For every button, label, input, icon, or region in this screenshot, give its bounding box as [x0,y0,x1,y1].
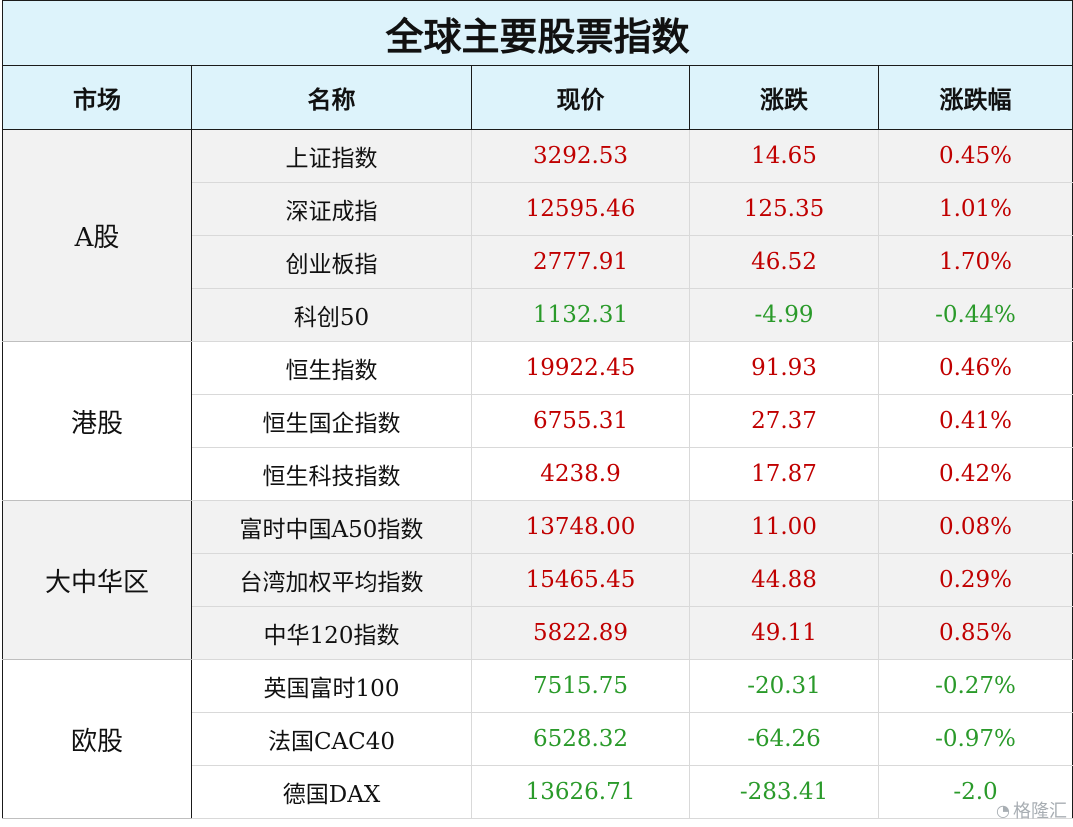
price-cell: 2777.91 [471,235,690,289]
name-cell: 法国CAC40 [191,712,472,766]
price-cell: 19922.45 [471,341,690,395]
name-cell: 恒生科技指数 [191,447,472,501]
name-cell: 富时中国A50指数 [191,500,472,554]
watermark: ◔ 格隆汇 [975,797,1067,823]
pct-cell: -0.44% [878,288,1073,342]
change-cell: 91.93 [689,341,879,395]
market-cell: 港股 [2,341,192,501]
header-market: 市场 [2,65,192,130]
market-cell: A股 [2,129,192,342]
table-row: 欧股 英国富时100 7515.75 -20.31 -0.27% [2,659,1073,819]
name-cell: 恒生国企指数 [191,394,472,448]
change-cell: -283.41 [689,765,879,819]
name-cell: 深证成指 [191,182,472,236]
header-change: 涨跌 [689,65,879,130]
change-cell: 27.37 [689,394,879,448]
header-price: 现价 [471,65,690,130]
name-cell: 上证指数 [191,129,472,183]
pct-cell: -0.27% [878,659,1073,713]
price-cell: 7515.75 [471,659,690,713]
pct-cell: 0.08% [878,500,1073,554]
price-cell: 1132.31 [471,288,690,342]
price-cell: 13626.71 [471,765,690,819]
table-row: 港股 恒生指数 19922.45 91.93 0.46% [2,341,1073,501]
header-row: 市场 名称 现价 涨跌 涨跌幅 [2,65,1073,130]
change-cell: -4.99 [689,288,879,342]
change-cell: 49.11 [689,606,879,660]
name-cell: 德国DAX [191,765,472,819]
name-cell: 恒生指数 [191,341,472,395]
market-cell: 大中华区 [2,500,192,660]
pct-cell: 1.01% [878,182,1073,236]
change-cell: 46.52 [689,235,879,289]
table-row: 大中华区 富时中国A50指数 13748.00 11.00 0.08% [2,500,1073,660]
name-cell: 英国富时100 [191,659,472,713]
header-pct: 涨跌幅 [877,65,1073,130]
watermark-text: 格隆汇 [1013,801,1067,822]
table-row: A股 上证指数 3292.53 14.65 0.45% [2,129,1073,342]
header-name: 名称 [191,65,472,130]
price-cell: 13748.00 [471,500,690,554]
pct-cell: 0.42% [878,447,1073,501]
pct-cell: 0.46% [878,341,1073,395]
price-cell: 15465.45 [471,553,690,607]
pct-cell: 0.85% [878,606,1073,660]
pct-cell: 0.45% [878,129,1073,183]
name-cell: 中华120指数 [191,606,472,660]
table-title: 全球主要股票指数 [1,0,1073,66]
pct-cell: 1.70% [878,235,1073,289]
change-cell: -20.31 [689,659,879,713]
change-cell: -64.26 [689,712,879,766]
price-cell: 5822.89 [471,606,690,660]
price-cell: 4238.9 [471,447,690,501]
price-cell: 6755.31 [471,394,690,448]
name-cell: 台湾加权平均指数 [191,553,472,607]
change-cell: 14.65 [689,129,879,183]
name-cell: 科创50 [191,288,472,342]
change-cell: 44.88 [689,553,879,607]
change-cell: 125.35 [689,182,879,236]
pct-cell: 0.29% [878,553,1073,607]
price-cell: 6528.32 [471,712,690,766]
stock-index-table: 全球主要股票指数 市场 名称 现价 涨跌 涨跌幅 A股 上证指数 3292.53 14… [1,0,1073,819]
price-cell: 12595.46 [471,182,690,236]
name-cell: 创业板指 [191,235,472,289]
change-cell: 17.87 [689,447,879,501]
market-cell: 欧股 [2,659,192,819]
change-cell: 11.00 [689,500,879,554]
price-cell: 3292.53 [471,129,690,183]
pct-cell: 0.41% [878,394,1073,448]
pct-cell: -0.97% [878,712,1073,766]
watermark-logo-icon: ◔ [996,800,1010,820]
title-row: 全球主要股票指数 [1,0,1073,66]
